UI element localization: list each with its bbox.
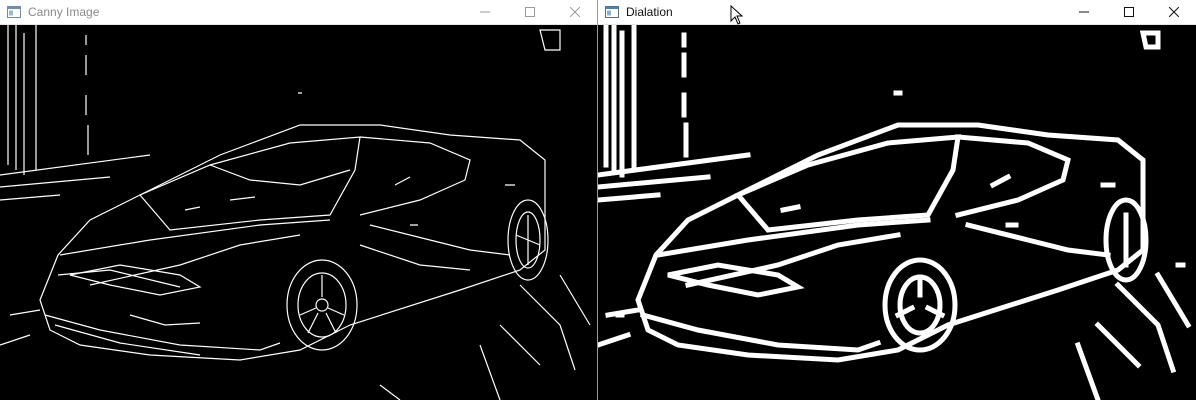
maximize-icon [1123,7,1134,17]
close-button[interactable] [552,0,597,24]
window-title: Canny Image [28,5,100,19]
app-window-icon [7,6,21,18]
maximize-button[interactable] [1106,0,1151,24]
window-controls [462,0,597,24]
canny-image-area [0,25,597,400]
canny-window: Canny Image [0,0,597,400]
close-button[interactable] [1151,0,1196,24]
minimize-button[interactable] [462,0,507,24]
dilation-titlebar[interactable]: Dialation [598,0,1196,25]
dilation-image-area [598,25,1196,400]
dilated-edge-image [598,25,1196,400]
dilation-window: Dialation [598,0,1196,400]
window-controls [1061,0,1196,24]
canny-edge-image [0,25,597,400]
maximize-icon [524,7,535,17]
app-window-icon [605,6,619,18]
close-icon [569,7,580,17]
mouse-cursor-icon [730,5,744,25]
minimize-icon [1078,11,1089,13]
minimize-button[interactable] [1061,0,1106,24]
maximize-button[interactable] [507,0,552,24]
close-icon [1168,7,1179,17]
minimize-icon [479,11,490,13]
window-title: Dialation [626,5,673,19]
canny-titlebar[interactable]: Canny Image [0,0,597,25]
